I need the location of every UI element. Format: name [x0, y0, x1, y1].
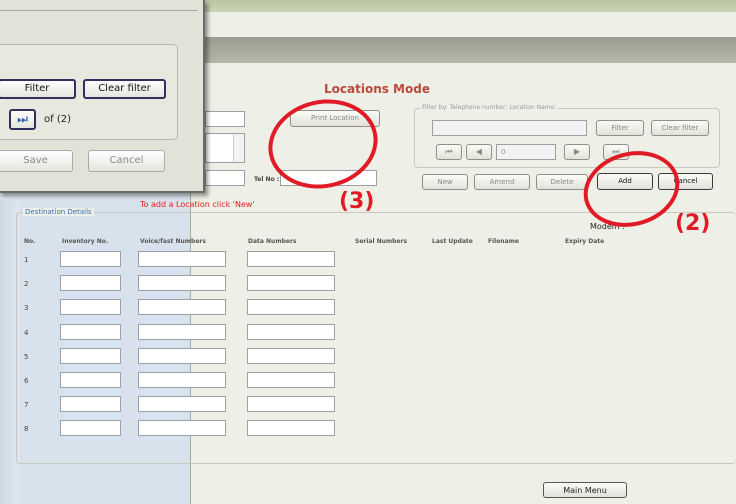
data-numbers-field[interactable] — [247, 323, 335, 340]
last-record-icon: ⏭ — [17, 112, 28, 126]
inventory-field[interactable] — [60, 299, 121, 316]
popup-cancel-button[interactable]: Cancel — [88, 150, 165, 172]
destination-group — [16, 212, 736, 464]
voice-fast-field[interactable] — [138, 299, 226, 316]
data-numbers-field[interactable] — [247, 396, 335, 413]
voice-fast-field[interactable] — [138, 372, 226, 388]
filter-button[interactable]: Filter — [596, 120, 644, 136]
window-top-strip — [190, 0, 736, 12]
row-number: 6 — [24, 377, 29, 385]
annotation-label-2: (2) — [675, 211, 711, 236]
postcode-field[interactable] — [205, 170, 245, 186]
voice-fast-field[interactable] — [138, 275, 226, 292]
row-number: 3 — [24, 304, 29, 313]
col-header-serial: Serial Numbers — [355, 238, 408, 245]
col-header-data: Data Numbers — [248, 238, 297, 245]
first-record-button[interactable]: ⏮ — [436, 144, 462, 160]
record-number-field[interactable]: 0 — [496, 144, 556, 160]
inventory-field[interactable] — [60, 420, 121, 437]
location-name-field[interactable] — [205, 111, 245, 127]
row-number: 4 — [24, 328, 29, 337]
popup-title-bar — [0, 10, 198, 26]
inventory-field[interactable] — [60, 275, 121, 292]
new-button[interactable]: New — [422, 174, 468, 190]
main-menu-button[interactable]: Main Menu — [543, 482, 627, 498]
add-location-hint: To add a Location click 'New' — [140, 200, 255, 209]
col-header-inventory: Inventory No. — [62, 238, 109, 245]
voice-fast-field[interactable] — [138, 323, 226, 340]
col-header-voice: Voice/fast Numbers — [140, 238, 206, 245]
data-numbers-field[interactable] — [247, 251, 335, 267]
data-numbers-field[interactable] — [247, 372, 335, 388]
popup-save-button[interactable]: Save — [0, 150, 73, 172]
prev-record-button[interactable]: ◀ — [466, 144, 492, 160]
col-header-filename: Filename — [488, 238, 519, 245]
data-numbers-field[interactable] — [247, 347, 335, 364]
popup-record-count: of (2) — [44, 114, 71, 125]
row-number: 8 — [24, 425, 29, 434]
data-numbers-field[interactable] — [247, 275, 335, 292]
row-number: 1 — [24, 256, 29, 264]
annotation-label-3: (3) — [339, 189, 375, 214]
delete-button[interactable]: Delete — [536, 174, 588, 190]
row-number: 7 — [24, 401, 29, 410]
inventory-field[interactable] — [60, 396, 121, 413]
data-numbers-field[interactable] — [247, 299, 335, 316]
tel-label: Tel No : — [254, 176, 280, 183]
row-number: 5 — [24, 352, 29, 361]
data-numbers-field[interactable] — [247, 420, 335, 437]
destination-details-title: Destination Details — [23, 208, 94, 216]
clear-filter-button[interactable]: Clear filter — [651, 120, 709, 136]
col-header-last-update: Last Update — [432, 238, 473, 245]
voice-fast-field[interactable] — [138, 420, 226, 437]
inventory-field[interactable] — [60, 347, 121, 364]
popup-last-record-button[interactable]: ⏭ — [9, 109, 36, 130]
col-header-no: No. — [24, 238, 36, 245]
popup-clear-filter-button[interactable]: Clear filter — [83, 79, 166, 99]
filter-input[interactable] — [432, 120, 587, 136]
next-record-button[interactable]: ▶ — [564, 144, 590, 160]
inventory-field[interactable] — [60, 251, 121, 267]
popup-filter-button[interactable]: Filter — [0, 79, 76, 99]
voice-fast-field[interactable] — [138, 396, 226, 413]
voice-fast-field[interactable] — [138, 347, 226, 364]
filter-group-title: Filter by: Telephone number; Location Na… — [420, 104, 559, 111]
inventory-field[interactable] — [60, 323, 121, 340]
page-title: Locations Mode — [324, 82, 430, 96]
amend-button[interactable]: Amend — [474, 174, 530, 190]
address-scrollbar[interactable] — [233, 134, 244, 162]
col-header-expiry: Expiry Date — [565, 238, 605, 245]
prev-record-icon: ◀ — [475, 147, 483, 156]
next-record-icon: ▶ — [573, 147, 581, 156]
voice-fast-field[interactable] — [138, 251, 226, 267]
row-number: 2 — [24, 280, 29, 289]
inventory-field[interactable] — [60, 372, 121, 388]
window-title-band — [190, 37, 736, 63]
first-record-icon: ⏮ — [445, 147, 453, 156]
